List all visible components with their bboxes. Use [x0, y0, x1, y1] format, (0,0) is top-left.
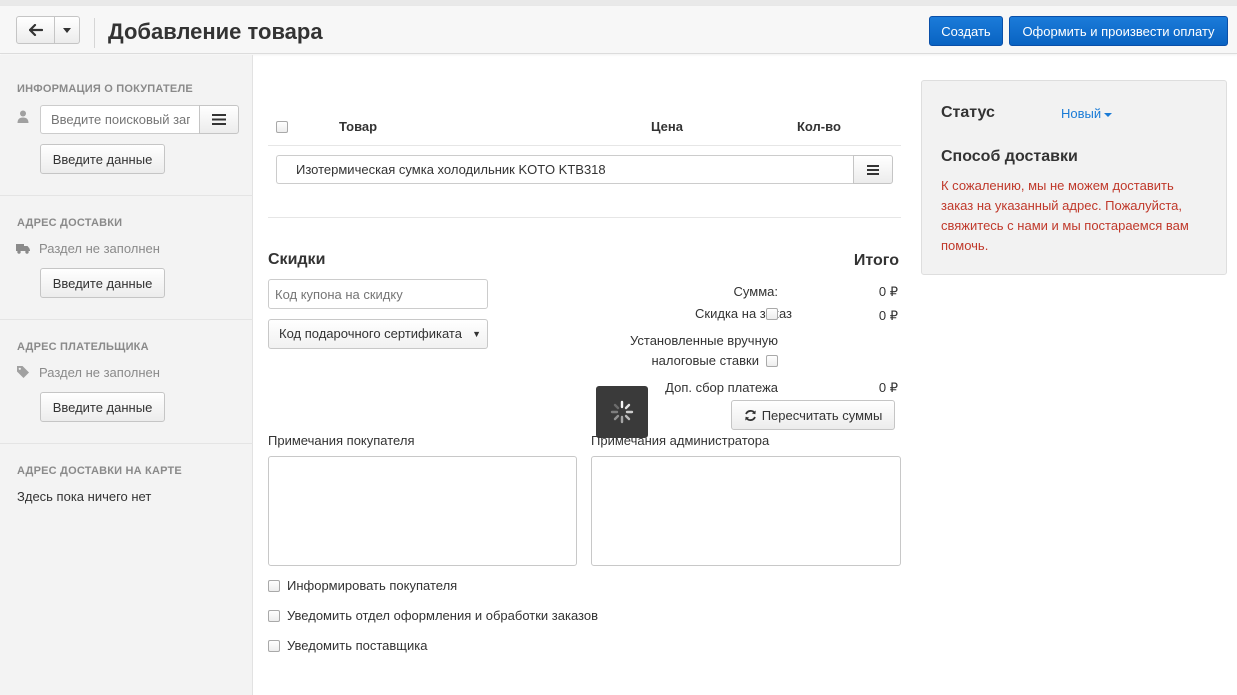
sidebar-divider: [0, 443, 253, 444]
map-empty-text: Здесь пока ничего нет: [17, 489, 152, 504]
user-icon: [16, 109, 30, 123]
menu-icon: [867, 164, 879, 175]
sum-value: 0 ₽: [878, 284, 898, 299]
notify-supplier-label: Уведомить поставщика: [287, 638, 428, 653]
create-button[interactable]: Создать: [929, 16, 1003, 46]
order-discount-value: 0 ₽: [878, 308, 898, 323]
refresh-icon: [744, 409, 756, 421]
caret-down-icon: [1104, 112, 1113, 117]
delivery-address-heading: Адрес доставки: [17, 217, 123, 229]
payer-address-status: Раздел не заполнен: [39, 365, 160, 380]
payment-fee-label: Доп. сбор платежа: [665, 380, 778, 395]
order-main: Товар Цена Кол-во Изотермическая сумка х…: [254, 55, 914, 695]
sidebar-divider: [0, 319, 253, 320]
delivery-error-message: К сожалению, мы не можем доставить заказ…: [941, 178, 1189, 253]
inform-buyer-row[interactable]: Информировать покупателя: [268, 578, 457, 593]
status-value: Новый: [1061, 106, 1102, 121]
inform-buyer-label: Информировать покупателя: [287, 578, 458, 593]
admin-notes-textarea[interactable]: [591, 456, 901, 566]
payer-enter-data-button[interactable]: Введите данные: [40, 392, 165, 422]
buyer-search-menu-button[interactable]: [199, 105, 239, 134]
manual-tax-label-line2: налоговые ставки: [651, 353, 759, 368]
section-divider: [268, 217, 901, 218]
delivery-address-status: Раздел не заполнен: [39, 241, 160, 256]
status-panel: Статус Новый Способ доставки К сожалению…: [921, 80, 1227, 275]
column-price: Цена: [651, 119, 683, 134]
notify-department-checkbox[interactable]: [268, 609, 280, 622]
notify-department-label: Уведомить отдел оформления и обработки з…: [287, 608, 598, 623]
gift-certificate-select[interactable]: Код подарочного сертификата ▼: [268, 319, 488, 349]
sidebar-divider: [0, 195, 253, 196]
status-heading: Статус: [941, 104, 995, 121]
delivery-enter-data-button[interactable]: Введите данные: [40, 268, 165, 298]
page-title: Добавление товара: [108, 19, 323, 44]
discounts-heading: Скидки: [268, 251, 326, 268]
manual-tax-label-line1: Установленные вручную: [630, 333, 778, 348]
notify-supplier-row[interactable]: Уведомить поставщика: [268, 638, 427, 653]
inform-buyer-checkbox[interactable]: [268, 579, 280, 592]
buyer-info-heading: Информация о покупателе: [17, 83, 193, 95]
product-name-field[interactable]: Изотермическая сумка холодильник KOTO KT…: [276, 155, 854, 184]
buyer-notes-textarea[interactable]: [268, 456, 577, 566]
header-separator: [94, 18, 95, 48]
back-button[interactable]: [16, 16, 55, 44]
buyer-notes-label: Примечания покупателя: [268, 433, 415, 448]
back-dropdown-button[interactable]: [55, 16, 80, 44]
select-arrow-icon: ▼: [472, 329, 481, 339]
map-address-heading: Адрес доставки на карте: [17, 465, 182, 477]
column-quantity: Кол-во: [797, 119, 841, 134]
buyer-search-input[interactable]: [40, 105, 200, 134]
caret-down-icon: [63, 27, 71, 33]
table-header-line: [268, 145, 901, 146]
status-dropdown[interactable]: Новый: [1061, 106, 1113, 121]
arrow-left-icon: [28, 24, 43, 36]
buyer-enter-data-button[interactable]: Введите данные: [40, 144, 165, 174]
checkout-pay-button[interactable]: Оформить и произвести оплату: [1009, 16, 1228, 46]
product-menu-button[interactable]: [853, 155, 893, 184]
totals-heading: Итого: [853, 252, 899, 269]
notify-supplier-checkbox[interactable]: [268, 639, 280, 652]
select-all-checkbox[interactable]: [276, 121, 288, 133]
payment-fee-value: 0 ₽: [878, 380, 898, 395]
admin-notes-label: Примечания администратора: [591, 433, 770, 448]
tag-icon: [16, 365, 30, 379]
back-button-group: [16, 16, 80, 44]
truck-icon: [16, 241, 30, 255]
page-header: Добавление товара Создать Оформить и про…: [0, 6, 1237, 54]
notify-department-row[interactable]: Уведомить отдел оформления и обработки з…: [268, 608, 598, 623]
sum-label: Сумма:: [733, 284, 778, 299]
delivery-method-heading: Способ доставки: [941, 148, 1078, 165]
coupon-input[interactable]: [268, 279, 488, 309]
manual-tax-checkbox[interactable]: [766, 355, 778, 367]
loading-spinner: [596, 386, 648, 438]
recalculate-button[interactable]: Пересчитать суммы: [731, 400, 895, 430]
spinner-icon: [610, 400, 634, 424]
recalculate-label: Пересчитать суммы: [761, 407, 883, 423]
menu-icon: [212, 114, 226, 125]
gift-certificate-value: Код подарочного сертификата: [279, 326, 462, 341]
order-discount-checkbox[interactable]: [766, 308, 778, 320]
sidebar: Информация о покупателе Введите данные А…: [0, 55, 253, 695]
column-product: Товар: [339, 119, 378, 134]
payer-address-heading: Адрес плательщика: [17, 341, 149, 353]
